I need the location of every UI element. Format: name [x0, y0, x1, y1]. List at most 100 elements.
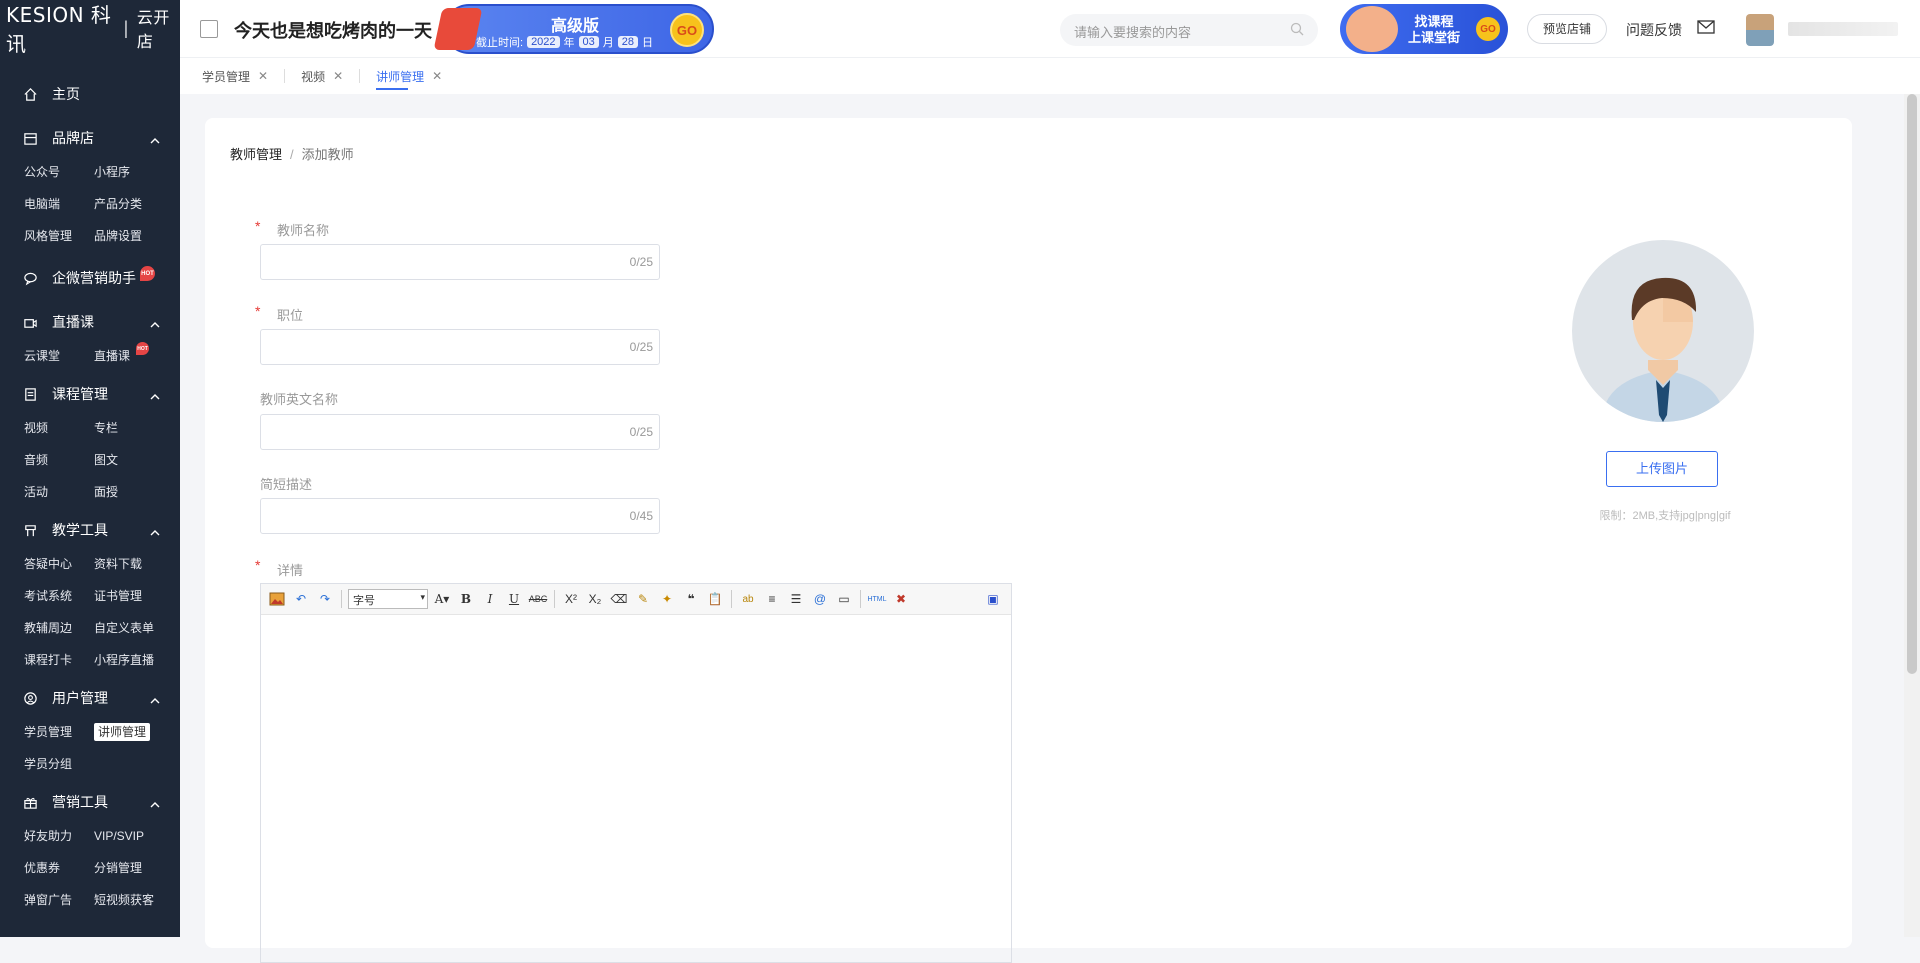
- chevron-up-icon[interactable]: [150, 316, 160, 332]
- sidebar-item-friend-assist[interactable]: 好友助力: [24, 820, 94, 852]
- tab-teachers[interactable]: 讲师管理 ✕: [376, 58, 442, 94]
- undo-icon[interactable]: ↶: [291, 589, 311, 609]
- chevron-up-icon[interactable]: [150, 796, 160, 812]
- ordered-list-icon[interactable]: ≡: [762, 589, 782, 609]
- sidebar-item-students[interactable]: 学员管理: [24, 716, 94, 748]
- tab-video[interactable]: 视频 ✕: [301, 58, 343, 94]
- sidebar-group-course[interactable]: 课程管理: [0, 376, 180, 412]
- sidebar-group-marketing[interactable]: 营销工具: [0, 784, 180, 820]
- sidebar-item-checkin[interactable]: 课程打卡: [24, 644, 94, 676]
- sidebar-item-materials[interactable]: 教辅周边: [24, 612, 94, 644]
- english-name-input[interactable]: 0/25: [260, 414, 660, 450]
- mail-icon[interactable]: [1697, 20, 1715, 39]
- sidebar-item-activity[interactable]: 活动: [24, 476, 94, 508]
- promo-banner[interactable]: 高级版 截止时间: 2022 年 03 月 28 日 GO: [433, 4, 714, 54]
- teaching-tools-items: 答疑中心 资料下载 考试系统 证书管理 教辅周边 自定义表单 课程打卡 小程序直…: [0, 548, 180, 676]
- sidebar-item-mini-program[interactable]: 小程序: [94, 156, 164, 188]
- sidebar-item-wecom-marketing[interactable]: 企微营销助手 HOT: [0, 260, 180, 296]
- magic-icon[interactable]: ✦: [657, 589, 677, 609]
- scrollbar-thumb[interactable]: [1907, 94, 1917, 674]
- sidebar-item-custom-form[interactable]: 自定义表单: [94, 612, 164, 644]
- link-icon[interactable]: @: [810, 589, 830, 609]
- sidebar-item-exam[interactable]: 考试系统: [24, 580, 94, 612]
- chevron-up-icon[interactable]: [150, 132, 160, 148]
- teacher-name-input[interactable]: 0/25: [260, 244, 660, 280]
- position-input[interactable]: 0/25: [260, 329, 660, 365]
- sidebar-item-style[interactable]: 风格管理: [24, 220, 94, 252]
- sidebar-item-product-category[interactable]: 产品分类: [94, 188, 164, 220]
- sidebar-group-brand-store[interactable]: 品牌店: [0, 120, 180, 156]
- chevron-up-icon[interactable]: [150, 388, 160, 404]
- font-color-icon[interactable]: A▾: [432, 589, 452, 609]
- sidebar-item-downloads[interactable]: 资料下载: [94, 548, 164, 580]
- sidebar-item-vip[interactable]: VIP/SVIP: [94, 820, 164, 852]
- chevron-up-icon[interactable]: [150, 692, 160, 708]
- editor-toolbar: ↶ ↷ 字号 A▾ B I U ABC X² X₂ ⌫ ✎ ✦ ❝ 📋 ab ≡…: [261, 584, 1011, 615]
- format-brush-icon[interactable]: ✎: [633, 589, 653, 609]
- sidebar-item-teachers[interactable]: 讲师管理: [94, 716, 164, 748]
- sidebar-item-video[interactable]: 视频: [24, 412, 94, 444]
- preview-shop-button[interactable]: 预览店铺: [1527, 14, 1607, 44]
- underline-icon[interactable]: U: [504, 589, 524, 609]
- main-content: 教师管理 / 添加教师 * 教师名称 0/25 * 职位 0/25 教师英文名称 0…: [205, 118, 1852, 963]
- breadcrumb-parent[interactable]: 教师管理: [230, 147, 282, 162]
- upload-image-button[interactable]: 上传图片: [1606, 451, 1718, 487]
- search-input[interactable]: 请输入要搜索的内容: [1060, 14, 1318, 46]
- sidebar-item-short-video[interactable]: 短视频获客: [94, 884, 164, 916]
- sidebar-item-audio[interactable]: 音频: [24, 444, 94, 476]
- eraser-icon[interactable]: ⌫: [609, 589, 629, 609]
- close-icon[interactable]: ✕: [333, 69, 343, 83]
- italic-icon[interactable]: I: [480, 589, 500, 609]
- sidebar-item-home[interactable]: 主页: [0, 76, 180, 112]
- promo-go-button[interactable]: GO: [670, 13, 704, 47]
- tab-students[interactable]: 学员管理 ✕: [202, 58, 268, 94]
- sidebar-item-brand-settings[interactable]: 品牌设置: [94, 220, 164, 252]
- quote-icon[interactable]: ❝: [681, 589, 701, 609]
- sidebar-group-teaching-tools[interactable]: 教学工具: [0, 512, 180, 548]
- chevron-up-icon[interactable]: [150, 524, 160, 540]
- avatar[interactable]: [1746, 14, 1774, 46]
- sidebar-group-users[interactable]: 用户管理: [0, 680, 180, 716]
- subscript-icon[interactable]: X₂: [585, 589, 605, 609]
- short-desc-input[interactable]: 0/45: [260, 498, 660, 534]
- course-go-button[interactable]: GO: [1476, 17, 1500, 41]
- topbar: 今天也是想吃烤肉的一天 高级版 截止时间: 2022 年 03 月 28 日 GO 请…: [180, 0, 1920, 58]
- sidebar-item-popup-ads[interactable]: 弹窗广告: [24, 884, 94, 916]
- sidebar-item-live-class[interactable]: 直播课 HOT: [94, 340, 164, 372]
- font-size-select[interactable]: 字号: [348, 589, 428, 609]
- unordered-list-icon[interactable]: ☰: [786, 589, 806, 609]
- superscript-icon[interactable]: X²: [561, 589, 581, 609]
- sidebar-item-official-account[interactable]: 公众号: [24, 156, 94, 188]
- search-icon[interactable]: [1290, 22, 1304, 39]
- feedback-link[interactable]: 问题反馈: [1626, 20, 1682, 40]
- page-icon[interactable]: ▭: [834, 589, 854, 609]
- sidebar-item-student-groups[interactable]: 学员分组: [24, 748, 94, 780]
- sidebar-item-qa[interactable]: 答疑中心: [24, 548, 94, 580]
- rich-text-editor[interactable]: ↶ ↷ 字号 A▾ B I U ABC X² X₂ ⌫ ✎ ✦ ❝ 📋 ab ≡…: [260, 583, 1012, 963]
- paste-text-icon[interactable]: 📋: [705, 589, 725, 609]
- redo-icon[interactable]: ↷: [315, 589, 335, 609]
- sidebar-item-offline[interactable]: 面授: [94, 476, 164, 508]
- plugin-icon[interactable]: ✖: [891, 589, 911, 609]
- html-source-icon[interactable]: HTML: [867, 589, 887, 609]
- sidebar-item-cloud-class[interactable]: 云课堂: [24, 340, 94, 372]
- gift-icon: [22, 794, 38, 810]
- close-icon[interactable]: ✕: [432, 69, 442, 83]
- close-icon[interactable]: ✕: [258, 69, 268, 83]
- sidebar-item-distribution[interactable]: 分销管理: [94, 852, 164, 884]
- sidebar-item-coupons[interactable]: 优惠券: [24, 852, 94, 884]
- sidebar-item-article[interactable]: 图文: [94, 444, 164, 476]
- scrollbar[interactable]: [1904, 94, 1920, 937]
- sidebar-item-mini-live[interactable]: 小程序直播: [94, 644, 164, 676]
- sidebar-group-live[interactable]: 直播课: [0, 304, 180, 340]
- image-icon[interactable]: [267, 589, 287, 609]
- fullscreen-icon[interactable]: ▣: [983, 589, 1003, 609]
- highlight-icon[interactable]: ab: [738, 589, 758, 609]
- sidebar-item-column[interactable]: 专栏: [94, 412, 164, 444]
- find-course-banner[interactable]: 找课程 上课堂街 GO: [1340, 4, 1508, 54]
- sidebar-item-certificate[interactable]: 证书管理: [94, 580, 164, 612]
- sidebar-item-pc[interactable]: 电脑端: [24, 188, 94, 220]
- bold-icon[interactable]: B: [456, 589, 476, 609]
- username-blurred[interactable]: [1788, 22, 1898, 36]
- strikethrough-icon[interactable]: ABC: [528, 589, 548, 609]
